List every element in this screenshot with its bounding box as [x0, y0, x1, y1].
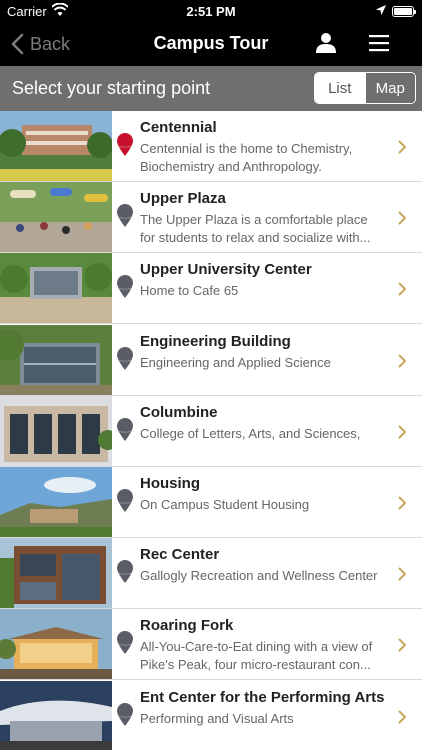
location-arrow-icon [376, 5, 386, 15]
location-description: Performing and Visual Arts [140, 710, 294, 726]
location-row[interactable]: Housing On Campus Student Housing [0, 467, 422, 538]
chevron-right-icon [398, 567, 406, 581]
status-time: 2:51 PM [186, 4, 236, 19]
map-pin-icon [117, 204, 133, 228]
chevron-right-icon [398, 638, 406, 652]
location-photo [0, 111, 112, 181]
location-name: Ent Center for the Performing Arts [140, 688, 385, 706]
map-pin-icon [117, 631, 133, 655]
location-row[interactable]: Centennial Centennial is the home to Che… [0, 111, 422, 182]
location-description: Home to Cafe 65 [140, 283, 239, 299]
starting-point-prompt: Select your starting point [12, 78, 211, 98]
chevron-right-icon [398, 425, 406, 439]
navigation-bar: Back Campus Tour [0, 22, 422, 66]
location-row[interactable]: Ent Center for the Performing Arts Perfo… [0, 680, 422, 750]
location-photo [0, 680, 112, 750]
location-photo [0, 609, 112, 680]
location-row[interactable]: Roaring Fork All-You-Care-to-Eat dining … [0, 609, 422, 681]
map-pin-icon [117, 133, 133, 156]
chevron-right-icon [398, 354, 406, 368]
map-pin-icon [117, 275, 133, 299]
status-bar: Carrier 2:51 PM [0, 0, 422, 22]
chevron-right-icon [398, 710, 406, 724]
location-photo [0, 538, 112, 609]
location-description: Centennial is the home to Chemistry, Bio… [140, 141, 353, 174]
chevron-right-icon [398, 211, 406, 225]
location-description: College of Letters, Arts, and Sciences, [140, 425, 361, 441]
starting-point-toolbar: Select your starting point List Map [0, 66, 422, 111]
list-view-button[interactable]: List [315, 73, 365, 103]
location-row[interactable]: Engineering Building Engineering and App… [0, 324, 422, 396]
location-description: On Campus Student Housing [140, 497, 310, 512]
map-pin-icon [117, 489, 133, 512]
location-photo [0, 324, 112, 395]
location-name: Upper University Center [140, 261, 312, 279]
chevron-right-icon [398, 140, 406, 154]
location-description: Engineering and Applied Science [140, 354, 331, 370]
location-photo [0, 253, 112, 324]
view-toggle[interactable]: List Map [314, 72, 416, 104]
location-row[interactable]: Upper University Center Home to Cafe 65 [0, 253, 422, 325]
chevron-right-icon [398, 496, 406, 510]
location-description: All-You-Care-to-Eat dining with a view o… [140, 639, 373, 673]
map-pin-icon [117, 417, 133, 441]
map-pin-icon [117, 346, 133, 370]
location-name: Housing [140, 475, 200, 492]
location-name: Columbine [140, 403, 218, 421]
map-view-button[interactable]: Map [364, 73, 415, 103]
location-photo [0, 467, 112, 537]
battery-icon [392, 6, 416, 17]
location-row[interactable]: Rec Center Gallogly Recreation and Welln… [0, 538, 422, 610]
location-name: Engineering Building [140, 332, 291, 350]
location-photo [0, 395, 112, 466]
location-name: Roaring Fork [140, 617, 234, 635]
map-pin-icon [117, 560, 133, 584]
hamburger-menu-icon[interactable] [369, 34, 389, 52]
location-description: The Upper Plaza is a comfortable place f… [140, 212, 371, 246]
chevron-right-icon [398, 282, 406, 296]
location-name: Centennial [140, 119, 217, 136]
location-photo [0, 182, 112, 253]
user-icon[interactable] [315, 32, 337, 54]
location-row[interactable]: Upper Plaza The Upper Plaza is a comfort… [0, 182, 422, 254]
location-name: Upper Plaza [140, 190, 226, 208]
map-pin-icon [117, 702, 133, 726]
location-description: Gallogly Recreation and Wellness Center [140, 568, 378, 584]
page-title: Campus Tour [153, 33, 269, 53]
location-list: Centennial Centennial is the home to Che… [0, 111, 422, 750]
location-name: Rec Center [140, 546, 220, 564]
location-row[interactable]: Columbine College of Letters, Arts, and … [0, 395, 422, 467]
